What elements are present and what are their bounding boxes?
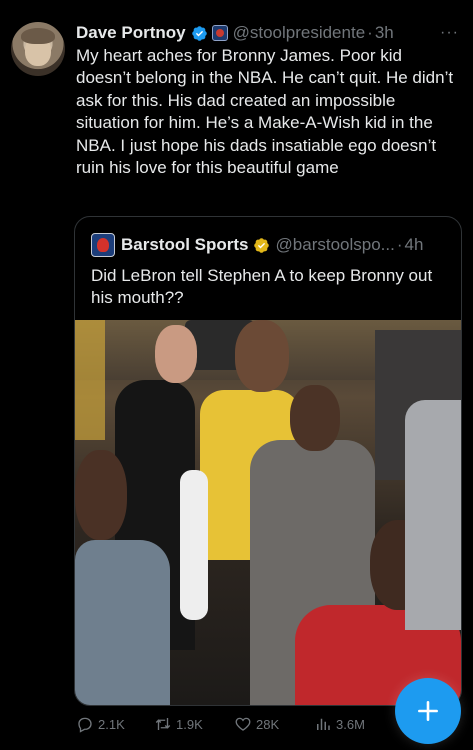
author-name[interactable]: Dave Portnoy (76, 23, 186, 43)
repost-count: 1.9K (176, 716, 203, 732)
compose-button[interactable] (395, 678, 461, 744)
plus-icon (418, 701, 438, 721)
tweet-header: Dave Portnoy @stoolpresidente · 3h (76, 22, 394, 44)
affiliate-logo-icon[interactable] (211, 25, 228, 41)
verified-badge-icon (191, 25, 207, 41)
quoted-author-avatar[interactable] (91, 233, 115, 257)
quoted-separator-dot: · (396, 235, 403, 254)
quoted-video-media[interactable] (75, 320, 461, 705)
tweet-time[interactable]: 3h (375, 23, 394, 43)
quoted-author-handle[interactable]: @barstoolspo... (276, 235, 395, 255)
views-icon (317, 718, 330, 730)
views-button[interactable]: 3.6M (314, 715, 365, 733)
reply-button[interactable]: 2.1K (76, 715, 125, 733)
more-options-icon[interactable]: ··· (440, 24, 459, 42)
separator-dot: · (367, 23, 373, 42)
quoted-tweet[interactable]: Barstool Sports @barstoolspo... · 4h Did… (74, 216, 462, 706)
author-avatar[interactable] (11, 22, 65, 76)
gold-verified-badge-icon (253, 237, 269, 253)
view-count: 3.6M (336, 716, 365, 732)
like-button[interactable]: 28K (234, 715, 279, 733)
heart-icon (235, 717, 251, 731)
repost-icon (155, 718, 171, 730)
quoted-header: Barstool Sports @barstoolspo... · 4h (91, 233, 423, 257)
quoted-text: Did LeBron tell Stephen A to keep Bronny… (91, 266, 433, 308)
reply-count: 2.1K (98, 716, 125, 732)
author-handle[interactable]: @stoolpresidente (233, 23, 366, 43)
quoted-author-name[interactable]: Barstool Sports (121, 235, 249, 255)
tweet[interactable]: Dave Portnoy @stoolpresidente · 3h ··· M… (0, 0, 473, 750)
reply-icon (78, 717, 92, 733)
repost-button[interactable]: 1.9K (154, 715, 203, 733)
tweet-text: My heart aches for Bronny James. Poor ki… (76, 46, 454, 178)
like-count: 28K (256, 716, 280, 732)
quoted-time[interactable]: 4h (405, 235, 424, 255)
